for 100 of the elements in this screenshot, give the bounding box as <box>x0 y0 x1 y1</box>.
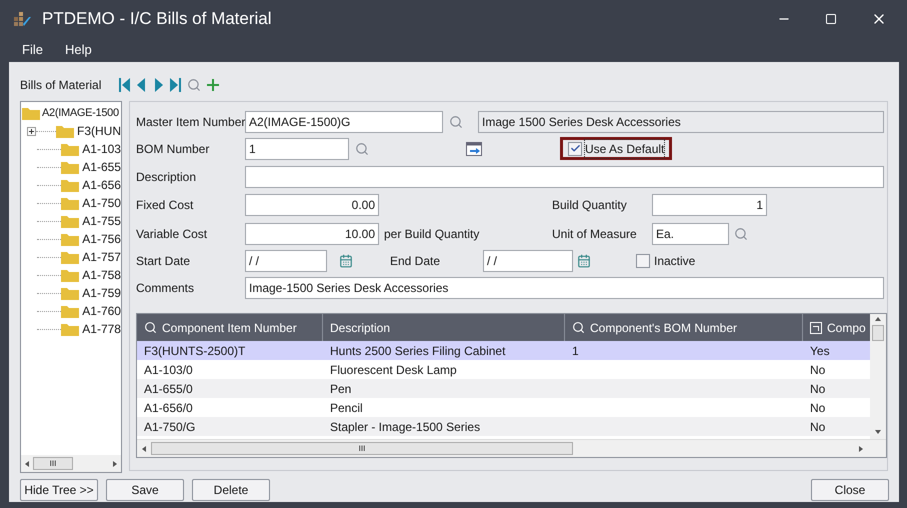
input-field[interactable]: 10.00 <box>245 222 379 244</box>
tree-item[interactable]: A1-757 <box>61 248 121 266</box>
table-cell-text: Yes <box>810 342 830 360</box>
tree-item[interactable]: A1-750 <box>61 194 121 212</box>
first-icon[interactable] <box>119 78 130 92</box>
tree-item[interactable]: A1-756 <box>61 230 121 248</box>
tree-item[interactable]: A1-656 <box>61 176 121 194</box>
horizontal-scrollbar[interactable]: III <box>21 455 121 472</box>
input-field[interactable]: 1 <box>245 138 349 160</box>
table-cell-text: No <box>810 362 826 378</box>
menu-item[interactable]: Help <box>64 40 92 60</box>
scroll-arrow-icon[interactable] <box>24 460 30 466</box>
window-title: PTDEMO - I/C Bills of Material <box>42 8 272 30</box>
table-cell-text: A1-750/G <box>144 418 196 436</box>
check-icon <box>570 143 580 154</box>
folder-icon <box>61 304 80 318</box>
table-cell-text: Pen <box>330 380 352 398</box>
folder-icon <box>61 178 80 192</box>
calendar-icon[interactable] <box>339 254 353 268</box>
vertical-scrollbar[interactable] <box>870 314 886 439</box>
input-field[interactable]: Image-1500 Series Desk Accessories <box>245 276 884 298</box>
scroll-grip[interactable]: III <box>50 458 56 470</box>
next-icon[interactable] <box>153 78 164 92</box>
scroll-arrow-icon[interactable] <box>858 446 864 452</box>
input-field[interactable]: Ea. <box>652 222 729 244</box>
tree-item[interactable]: A1-755 <box>61 212 121 230</box>
field-label: Comments <box>136 280 196 296</box>
field-label: BOM Number <box>136 140 210 158</box>
table-cell-text: F3(HUNTS-2500)T <box>144 342 246 360</box>
folder-icon <box>61 268 80 282</box>
tree-item[interactable]: A1-760 <box>61 302 121 320</box>
field-label: Description <box>136 168 198 186</box>
field-label: per Build Quantity <box>384 226 480 242</box>
close-button[interactable]: Close <box>811 479 889 501</box>
tree-item[interactable]: A1-759 <box>61 284 121 302</box>
tree-item[interactable]: A2(IMAGE-1500 <box>21 105 121 122</box>
table-cell-text: A1-103/0 <box>144 362 193 378</box>
add-icon[interactable] <box>207 79 220 91</box>
app-icon <box>14 10 32 26</box>
table-row[interactable]: A1-655/0 Pen No <box>137 379 870 398</box>
input-field[interactable]: Image 1500 Series Desk Accessories <box>478 111 884 133</box>
input-field[interactable]: 1 <box>652 194 767 216</box>
calendar-icon[interactable] <box>577 254 591 268</box>
input-field[interactable]: / / <box>483 250 573 272</box>
table-cell-text: No <box>810 400 826 416</box>
table-cell-text: Hunts 2500 Series Filing Cabinet <box>330 342 506 360</box>
menu-item[interactable]: File <box>22 40 43 60</box>
scroll-thumb[interactable] <box>872 325 884 341</box>
action-button[interactable]: Hide Tree >> <box>20 479 98 501</box>
toolbar-label: Bills of Material <box>20 77 102 94</box>
scroll-arrow-icon[interactable] <box>875 316 882 322</box>
horizontal-scrollbar[interactable]: III <box>137 439 886 457</box>
checkbox[interactable] <box>636 254 650 268</box>
field-label: Master Item Number <box>136 114 245 131</box>
table-cell-text: Pencil <box>330 400 363 416</box>
tree-item[interactable]: F3(HUN <box>56 122 121 140</box>
folder-icon <box>22 107 40 120</box>
previous-icon[interactable] <box>136 78 148 92</box>
expand-icon[interactable] <box>27 126 36 136</box>
search-icon[interactable] <box>187 78 202 92</box>
scroll-arrow-icon[interactable] <box>875 429 882 435</box>
checkbox-label: Use As Default <box>585 140 664 158</box>
action-button[interactable]: Delete <box>192 479 270 501</box>
folder-icon <box>61 142 80 156</box>
tree-item[interactable]: A1-103 <box>61 140 121 158</box>
folder-icon <box>61 232 80 246</box>
field-label: Start Date <box>136 252 192 270</box>
last-icon[interactable] <box>170 78 182 92</box>
folder-icon <box>61 286 80 300</box>
tree-item[interactable]: A1-758 <box>61 266 121 284</box>
folder-icon <box>61 250 80 264</box>
tree-item[interactable]: A1-655 <box>61 158 121 176</box>
input-field[interactable]: 0.00 <box>245 194 379 216</box>
table-cell-text: No <box>810 380 826 398</box>
folder-icon <box>61 322 80 336</box>
input-field[interactable] <box>245 166 884 188</box>
search-icon[interactable] <box>355 142 369 156</box>
table-row[interactable]: F3(HUNTS-2500)T Hunts 2500 Series Filing Cabinet 1 Yes <box>137 341 870 360</box>
search-icon <box>144 321 157 334</box>
checkbox[interactable] <box>568 142 582 156</box>
scroll-grip[interactable]: III <box>358 442 366 454</box>
tree-item[interactable]: A1-778 <box>61 320 121 338</box>
field-label: Inactive <box>654 252 696 270</box>
table-cell-text: Stapler - Image-1500 Series <box>330 418 480 436</box>
field-label: Variable Cost <box>136 226 208 242</box>
scroll-arrow-icon[interactable] <box>141 446 147 452</box>
search-icon[interactable] <box>449 115 463 129</box>
action-button[interactable]: Save <box>106 479 184 501</box>
search-icon[interactable] <box>734 226 748 240</box>
scroll-arrow-icon[interactable] <box>112 460 118 466</box>
input-field[interactable]: / / <box>245 250 327 272</box>
field-label: Build Quantity <box>552 197 628 214</box>
table-cell-text: 1 <box>572 342 579 360</box>
maximize-icon[interactable] <box>825 12 837 24</box>
folder-icon <box>61 214 80 228</box>
input-field[interactable]: A2(IMAGE-1500)G <box>245 111 443 133</box>
table-cell-text: A1-655/0 <box>144 380 193 398</box>
field-label: Fixed Cost <box>136 197 194 214</box>
table-row[interactable]: A1-750/G Stapler - Image-1500 Series No <box>137 417 870 436</box>
default-checkbox-frame[interactable]: Use As Default <box>560 137 672 160</box>
